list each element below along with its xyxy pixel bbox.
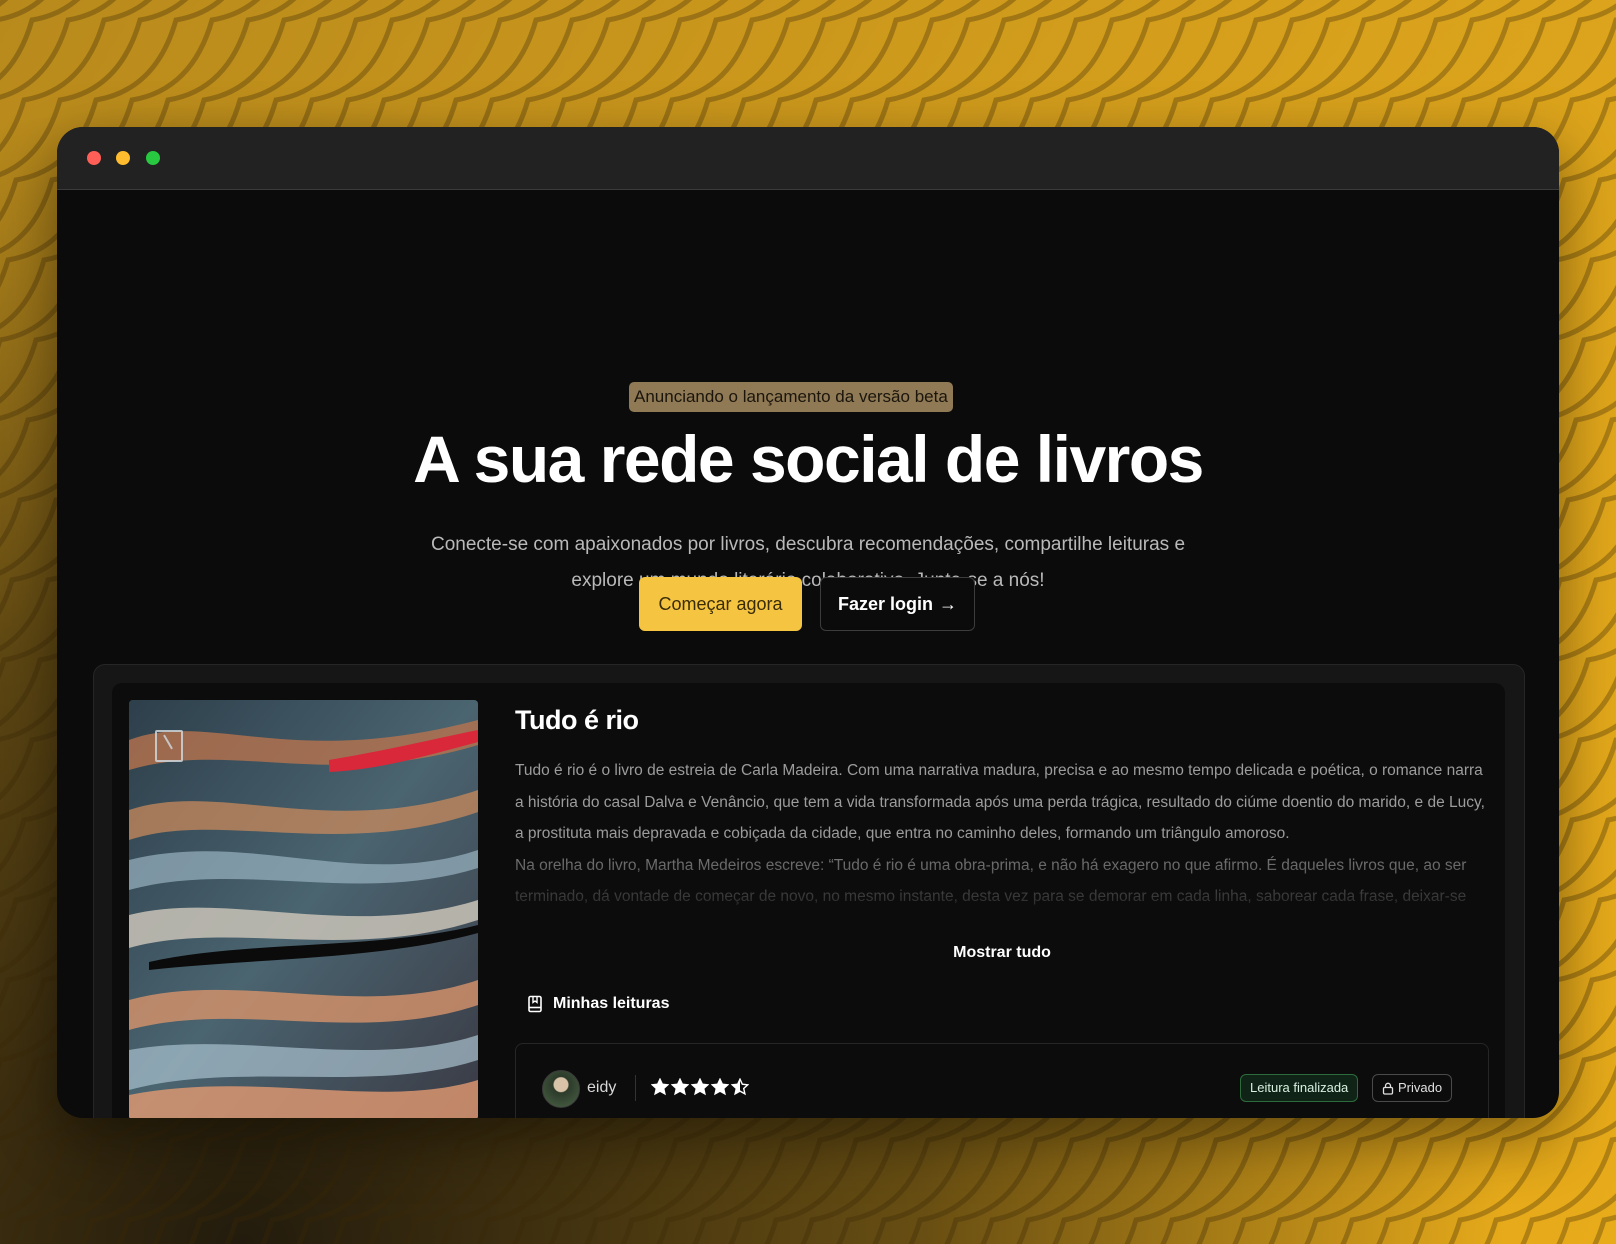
start-now-button[interactable]: Começar agora (639, 577, 802, 631)
publisher-logo-icon (155, 730, 183, 762)
privacy-label: Privado (1398, 1080, 1443, 1095)
my-readings-title: Minhas leituras (553, 995, 670, 1012)
browser-window: Anunciando o lançamento da versão beta A… (57, 127, 1559, 1118)
announcement-badge: Anunciando o lançamento da versão beta (629, 382, 953, 412)
username[interactable]: eidy (587, 1079, 616, 1097)
book-description-paragraph: Na orelha do livro, Martha Medeiros escr… (515, 856, 1467, 906)
close-window-button[interactable] (87, 151, 101, 165)
user-avatar[interactable] (542, 1070, 580, 1108)
book-icon (528, 995, 542, 1013)
reading-entry-card[interactable]: eidy Leitura finalizada Privado (515, 1043, 1489, 1118)
my-readings-header: Minhas leituras (527, 995, 669, 1013)
status-badge: Leitura finalizada (1240, 1074, 1359, 1102)
star-full-icon (711, 1078, 729, 1096)
app-preview-frame: Tudo é rio Tudo é rio é o livro de estre… (93, 664, 1525, 1118)
book-description: Tudo é rio é o livro de estreia de Carla… (515, 755, 1493, 930)
star-full-icon (691, 1078, 709, 1096)
star-rating (651, 1078, 749, 1096)
hero-subtitle-line1: Conecte-se com apaixonados por livros, d… (430, 534, 1186, 555)
maximize-window-button[interactable] (146, 151, 160, 165)
star-full-icon (671, 1078, 689, 1096)
login-button[interactable]: Fazer login → (820, 577, 975, 631)
hero-headline: A sua rede social de livros (413, 422, 1204, 496)
lock-icon (1382, 1082, 1394, 1095)
star-full-icon (651, 1078, 669, 1096)
window-titlebar (57, 127, 1559, 190)
divider (635, 1075, 636, 1101)
book-detail-panel: Tudo é rio Tudo é rio é o livro de estre… (112, 683, 1505, 1118)
login-button-label: Fazer login (837, 593, 933, 614)
show-all-button[interactable]: Mostrar tudo (932, 943, 1072, 963)
arrow-right-icon: → (939, 593, 957, 614)
privacy-badge: Privado (1372, 1074, 1453, 1102)
hero-subtitle: Conecte-se com apaixonados por livros, d… (357, 527, 1259, 599)
book-title: Tudo é rio (515, 705, 639, 735)
book-cover (129, 700, 478, 1118)
cover-artwork (129, 700, 478, 1118)
star-half-icon (731, 1078, 749, 1096)
minimize-window-button[interactable] (116, 151, 130, 165)
book-description-paragraph: Tudo é rio é o livro de estreia de Carla… (515, 762, 1485, 842)
